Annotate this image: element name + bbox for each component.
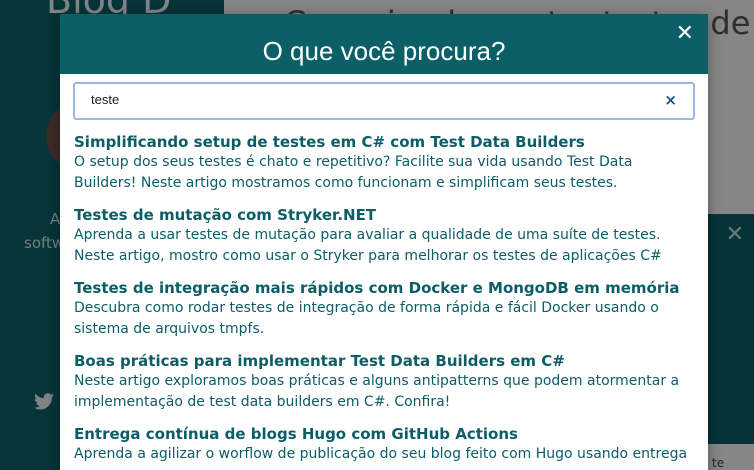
modal-header: O que você procura? ✕: [60, 14, 708, 74]
search-input[interactable]: [91, 92, 631, 107]
result-title[interactable]: Entrega contínua de blogs Hugo com GitHu…: [74, 424, 694, 444]
result-description: Aprenda a usar testes de mutação para av…: [74, 227, 662, 264]
search-modal: O que você procura? ✕ × Simplificando se…: [60, 14, 708, 470]
search-results: Simplificando setup de testes em C# com …: [74, 132, 694, 470]
result-title[interactable]: Boas práticas para implementar Test Data…: [74, 351, 694, 371]
result-title[interactable]: Testes de mutação com Stryker.NET: [74, 205, 694, 225]
modal-title: O que você procura?: [262, 36, 506, 66]
search-result[interactable]: Boas práticas para implementar Test Data…: [74, 351, 694, 413]
search-result[interactable]: Entrega contínua de blogs Hugo com GitHu…: [74, 424, 694, 465]
result-description: Aprenda a agilizar o worflow de publicaç…: [74, 446, 688, 462]
close-icon[interactable]: ✕: [676, 23, 694, 45]
result-description: Descubra como rodar testes de integração…: [74, 300, 659, 337]
search-result[interactable]: Testes de mutação com Stryker.NET Aprend…: [74, 205, 694, 267]
result-description: Neste artigo exploramos boas práticas e …: [74, 373, 680, 410]
result-title[interactable]: Simplificando setup de testes em C# com …: [74, 132, 694, 152]
search-box: ×: [73, 82, 695, 120]
search-result[interactable]: Simplificando setup de testes em C# com …: [74, 132, 694, 194]
result-description: O setup dos seus testes é chato e repeti…: [74, 154, 633, 191]
search-result[interactable]: Testes de integração mais rápidos com Do…: [74, 278, 694, 340]
result-title[interactable]: Testes de integração mais rápidos com Do…: [74, 278, 694, 298]
clear-search-icon[interactable]: ×: [664, 91, 677, 109]
